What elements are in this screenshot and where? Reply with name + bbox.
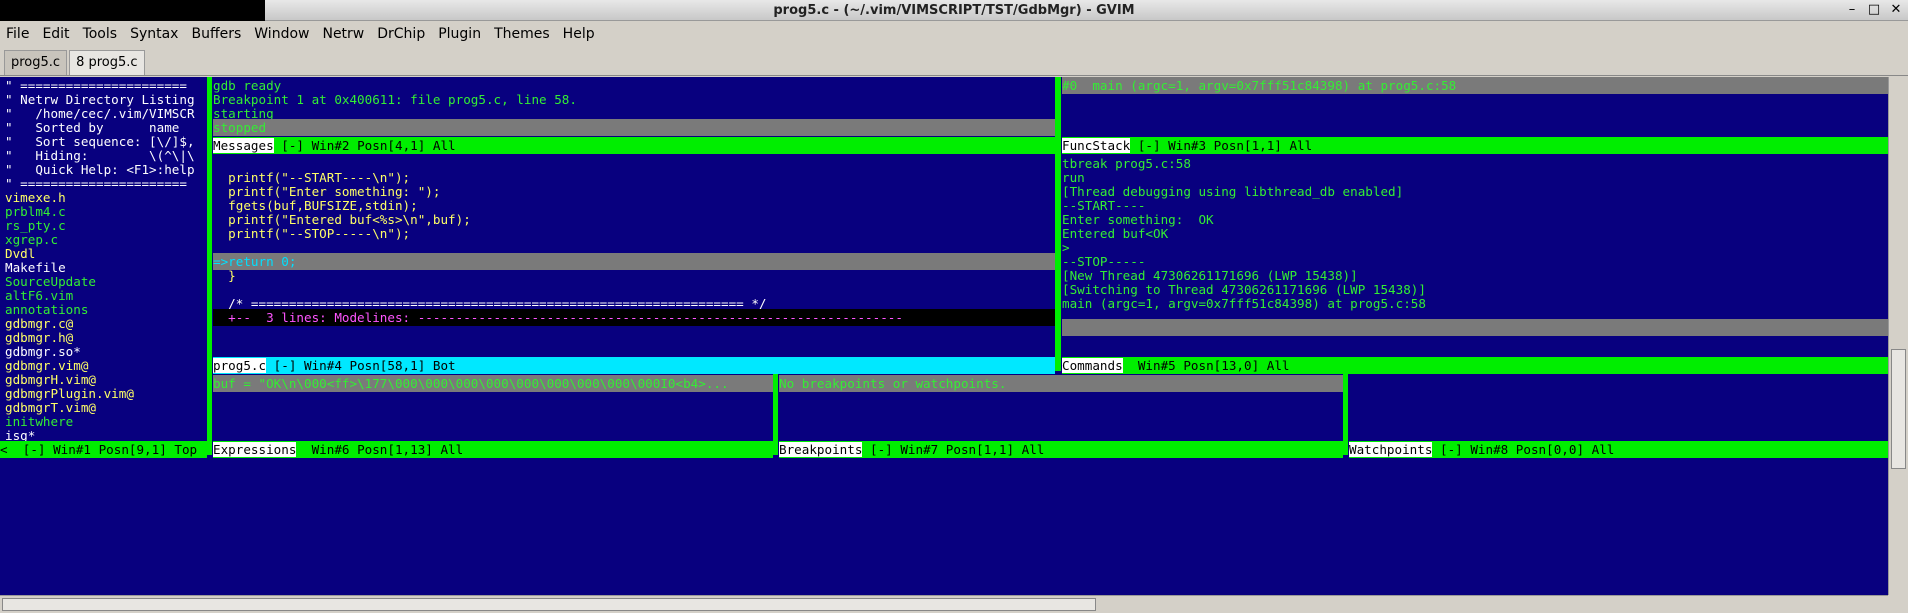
maximize-icon[interactable]: □ bbox=[1866, 2, 1882, 18]
statusline-info: [-] Win#8 Posn[0,0] All bbox=[1432, 442, 1615, 457]
menu-themes[interactable]: Themes bbox=[494, 26, 550, 42]
expressions-statusline[interactable]: Expressions Win#6 Posn[1,13] All bbox=[213, 441, 773, 458]
breakpoints-line: No breakpoints or watchpoints. bbox=[779, 375, 1343, 392]
menu-drchip[interactable]: DrChip bbox=[377, 26, 425, 42]
messages-statusline[interactable]: Messages [-] Win#2 Posn[4,1] All bbox=[213, 137, 1055, 154]
watchpoints-statusline[interactable]: Watchpoints [-] Win#8 Posn[0,0] All bbox=[1349, 441, 1888, 458]
statusline-name: Commands bbox=[1062, 358, 1123, 373]
tab-prog5[interactable]: prog5.c bbox=[4, 50, 68, 75]
vertical-separator[interactable] bbox=[1055, 77, 1061, 371]
statusline-info: [-] Win#3 Posn[1,1] All bbox=[1130, 138, 1313, 153]
statusline-name: Breakpoints bbox=[779, 442, 863, 457]
minimize-icon[interactable]: – bbox=[1844, 2, 1860, 18]
statusline-name: Watchpoints bbox=[1349, 442, 1433, 457]
statusline-info: [-] Win#7 Posn[1,1] All bbox=[862, 442, 1045, 457]
statusline-info: [-] Win#4 Posn[58,1] Bot bbox=[266, 358, 456, 373]
scrollbar-thumb[interactable] bbox=[1891, 349, 1906, 469]
statusline-info: Win#6 Posn[1,13] All bbox=[296, 442, 464, 457]
menu-edit[interactable]: Edit bbox=[42, 26, 69, 42]
menu-window[interactable]: Window bbox=[254, 26, 309, 42]
tab-bar: prog5.c 8 prog5.c bbox=[0, 48, 1908, 76]
commands-statusline[interactable]: Commands Win#5 Posn[13,0] All bbox=[1062, 357, 1888, 374]
tab-8-prog5[interactable]: 8 prog5.c bbox=[69, 50, 145, 75]
scrollbar-thumb[interactable] bbox=[2, 598, 1096, 611]
horizontal-scrollbar[interactable] bbox=[0, 595, 1888, 613]
breakpoints-statusline[interactable]: Breakpoints [-] Win#7 Posn[1,1] All bbox=[779, 441, 1343, 458]
menu-syntax[interactable]: Syntax bbox=[130, 26, 178, 42]
commands-input-line[interactable] bbox=[1062, 319, 1888, 336]
window-title: prog5.c - (~/.vim/VIMSCRIPT/TST/GdbMgr) … bbox=[773, 2, 1135, 18]
source-fold-line[interactable]: +-- 3 lines: Modelines: ----------------… bbox=[213, 309, 1055, 326]
close-icon[interactable]: ✕ bbox=[1888, 2, 1904, 18]
messages-line-current: stopped bbox=[213, 119, 1055, 136]
statusline-name: prog5.c bbox=[213, 358, 267, 373]
window-titlebar: prog5.c - (~/.vim/VIMSCRIPT/TST/GdbMgr) … bbox=[0, 0, 1908, 24]
statusline-name: Expressions bbox=[213, 442, 297, 457]
funcstack-line: #0 main (argc=1, argv=0x7fff51c84398) at… bbox=[1062, 77, 1888, 94]
vertical-separator[interactable] bbox=[773, 371, 778, 455]
menu-file[interactable]: File bbox=[6, 26, 29, 42]
vertical-separator[interactable] bbox=[1343, 371, 1348, 455]
commands-line: main (argc=1, argv=0x7fff51c84398) at pr… bbox=[1062, 296, 1426, 311]
menu-tools[interactable]: Tools bbox=[83, 26, 118, 42]
menu-help[interactable]: Help bbox=[563, 26, 595, 42]
statusline-name: FuncStack bbox=[1062, 138, 1131, 153]
vim-editor-area: " ====================== " Netrw Directo… bbox=[0, 77, 1888, 595]
source-statusline[interactable]: prog5.c [-] Win#4 Posn[58,1] Bot bbox=[213, 357, 1055, 374]
menu-netrw[interactable]: Netrw bbox=[322, 26, 364, 42]
expressions-line: buf = "OK\n\000<ff>\177\000\000\000\000\… bbox=[213, 375, 773, 392]
statusline-name: Messages bbox=[213, 138, 274, 153]
menubar: File Edit Tools Syntax Buffers Window Ne… bbox=[0, 21, 1908, 47]
vertical-scrollbar[interactable] bbox=[1888, 77, 1908, 595]
statusline-info: [-] Win#2 Posn[4,1] All bbox=[273, 138, 456, 153]
vertical-separator[interactable] bbox=[207, 77, 212, 455]
menu-plugin[interactable]: Plugin bbox=[438, 26, 481, 42]
statusline-info: Win#5 Posn[13,0] All bbox=[1122, 358, 1290, 373]
funcstack-statusline[interactable]: FuncStack [-] Win#3 Posn[1,1] All bbox=[1062, 137, 1888, 154]
netrw-statusline[interactable]: < [-] Win#1 Posn[9,1] Top bbox=[0, 441, 207, 458]
menu-buffers[interactable]: Buffers bbox=[191, 26, 241, 42]
